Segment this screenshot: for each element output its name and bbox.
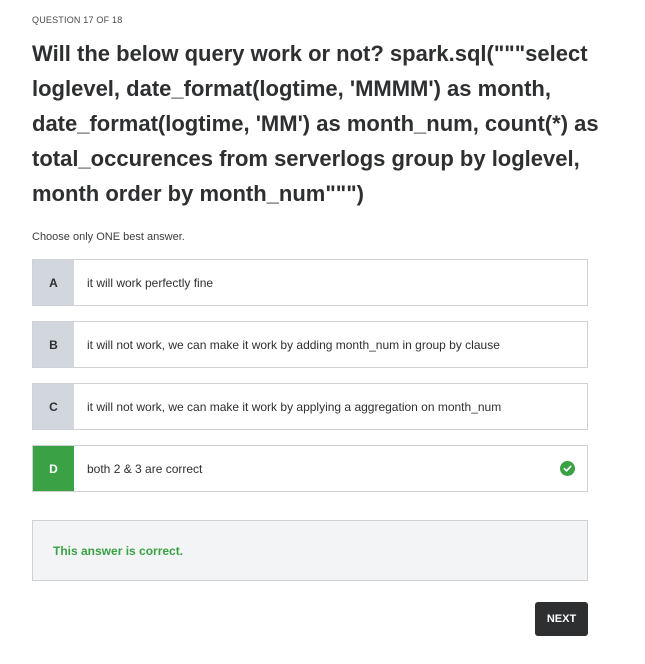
option-letter: D [33, 446, 74, 491]
option-letter: A [33, 260, 74, 305]
option-label: both 2 & 3 are correct [87, 461, 203, 476]
answer-instruction: Choose only ONE best answer. [32, 231, 185, 243]
option-letter: C [33, 384, 74, 429]
feedback-message: This answer is correct. [53, 543, 184, 558]
option-label: it will work perfectly fine [87, 275, 214, 290]
option-b[interactable]: B it will not work, we can make it work … [32, 321, 588, 368]
option-a[interactable]: A it will work perfectly fine [32, 259, 588, 306]
question-text: Will the below query work or not? spark.… [32, 41, 599, 206]
question-counter: QUESTION 17 OF 18 [32, 15, 123, 25]
next-button[interactable]: NEXT [535, 602, 588, 636]
option-c[interactable]: C it will not work, we can make it work … [32, 383, 588, 430]
check-circle-icon [559, 461, 575, 476]
feedback-panel: This answer is correct. [32, 520, 588, 581]
option-letter: B [33, 322, 74, 367]
answer-options: A it will work perfectly fine B it will … [32, 259, 588, 507]
option-label: it will not work, we can make it work by… [87, 399, 502, 414]
option-d[interactable]: D both 2 & 3 are correct [32, 445, 588, 492]
correct-indicator [547, 446, 587, 491]
option-label: it will not work, we can make it work by… [87, 337, 500, 352]
